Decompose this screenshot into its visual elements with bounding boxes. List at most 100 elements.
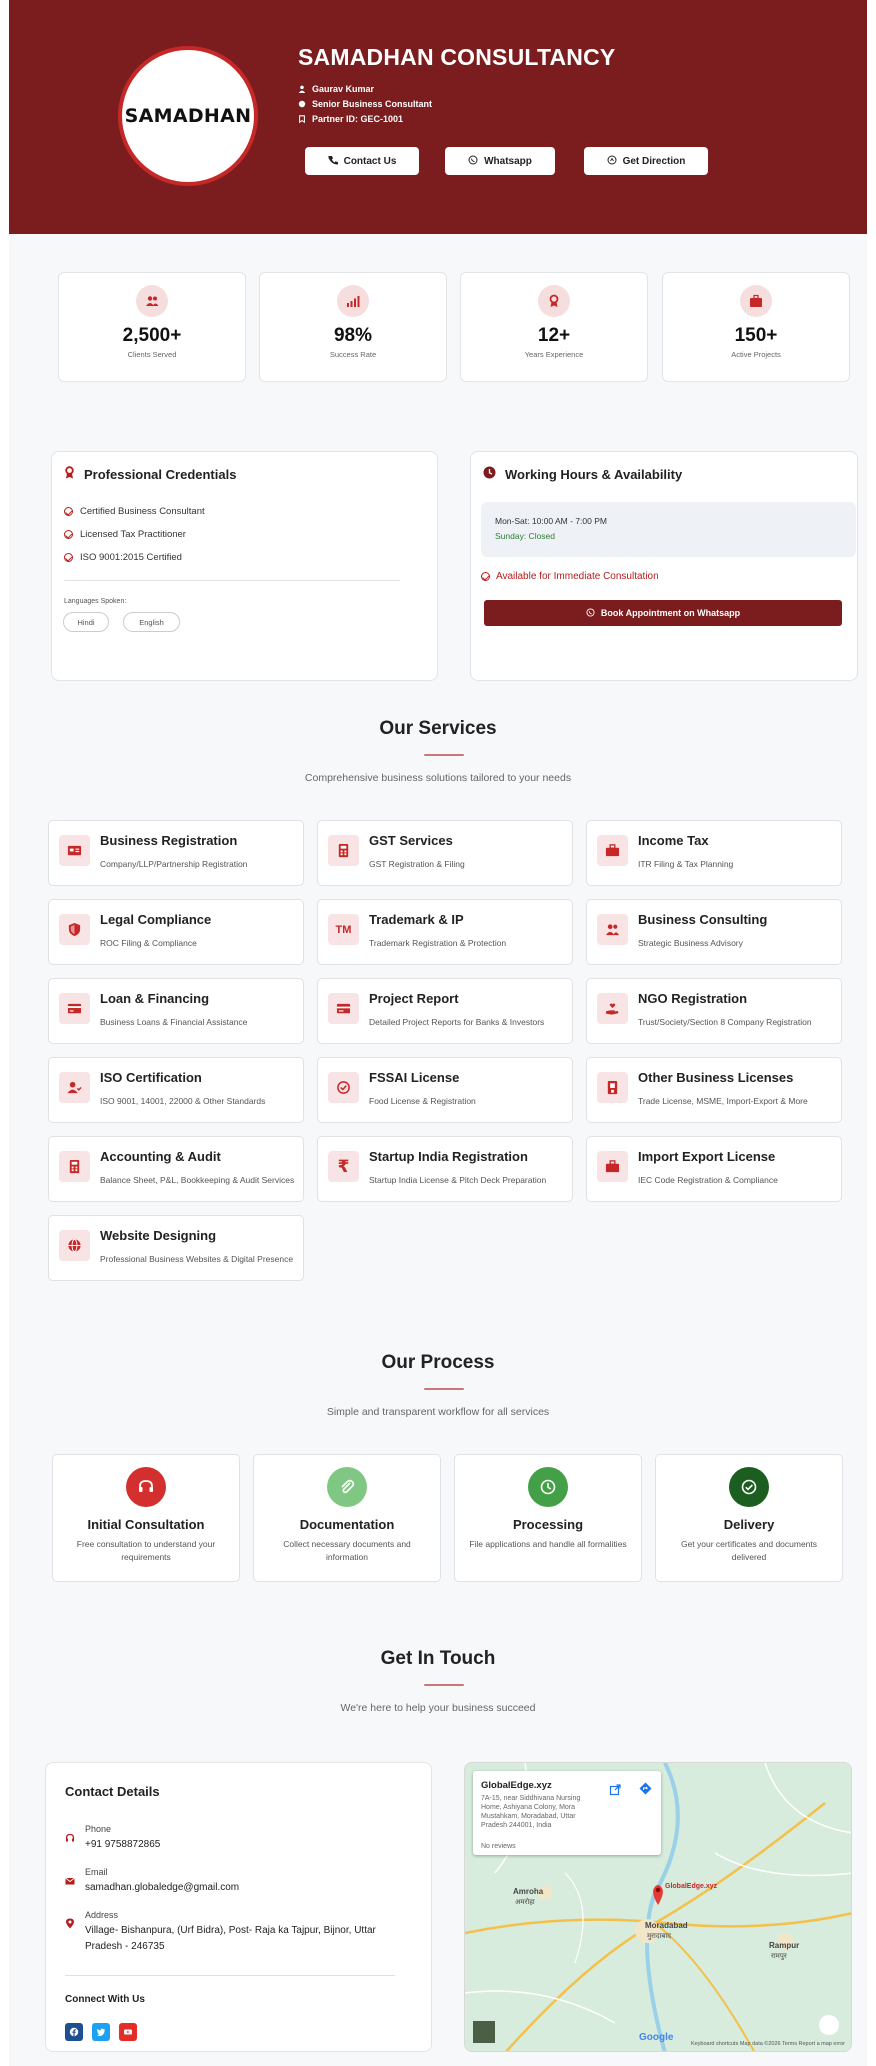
credit-card-icon xyxy=(59,993,90,1024)
credential-text: Certified Business Consultant xyxy=(80,506,205,517)
service-legal-compliance[interactable]: Legal Compliance ROC Filing & Compliance xyxy=(48,899,304,965)
stat-value: 150+ xyxy=(734,325,778,346)
map-place-address: 7A-15, near Siddhivana Nursing Home, Ash… xyxy=(481,1795,581,1830)
open-external-icon[interactable] xyxy=(609,1783,621,1801)
google-logo: Google xyxy=(639,2032,674,2043)
process-step-documentation: Documentation Collect necessary document… xyxy=(253,1454,441,1582)
service-title: Business Registration xyxy=(100,833,238,848)
contact-email: Email samadhan.globaledge@gmail.com xyxy=(65,1867,239,1896)
service-project-report[interactable]: Project Report Detailed Project Reports … xyxy=(317,978,573,1044)
facebook-icon[interactable] xyxy=(65,2023,83,2041)
credential-text: ISO 9001:2015 Certified xyxy=(80,552,182,563)
check-circle-icon xyxy=(729,1467,769,1507)
service-subtitle: ISO 9001, 14001, 22000 & Other Standards xyxy=(100,1096,266,1106)
process-step-title: Documentation xyxy=(299,1517,395,1532)
map-label-amroha: Amroha xyxy=(513,1887,544,1896)
book-appointment-label: Book Appointment on Whatsapp xyxy=(600,608,741,618)
service-ngo-registration[interactable]: NGO Registration Trust/Society/Section 8… xyxy=(586,978,842,1044)
service-title: NGO Registration xyxy=(638,991,748,1006)
map-pin-icon xyxy=(65,1916,75,1954)
license-icon xyxy=(597,1072,628,1103)
service-startup-india[interactable]: ₹ Startup India Registration Startup Ind… xyxy=(317,1136,573,1202)
service-other-licenses[interactable]: Other Business Licenses Trade License, M… xyxy=(586,1057,842,1123)
whatsapp-label: Whatsapp xyxy=(484,155,532,167)
award-icon xyxy=(64,466,75,482)
connect-with-us-label: Connect With Us xyxy=(65,1994,145,2005)
stat-clients-served: 2,500+ Clients Served xyxy=(58,272,246,382)
briefcase-icon xyxy=(597,835,628,866)
company-logo: SAMADHAN xyxy=(118,46,258,186)
headset-icon xyxy=(126,1467,166,1507)
map-label-amroha-hindi: अमरोहा xyxy=(515,1899,535,1906)
service-loan-financing[interactable]: Loan & Financing Business Loans & Financ… xyxy=(48,978,304,1044)
briefcase-icon xyxy=(597,1151,628,1182)
map-label-rampur-hindi: रामपुर xyxy=(771,1953,787,1960)
services-title-underline xyxy=(424,754,464,756)
divider xyxy=(64,580,400,581)
process-step-title: Processing xyxy=(512,1517,584,1532)
directions-icon[interactable] xyxy=(639,1782,652,1800)
get-direction-button[interactable]: Get Direction xyxy=(584,147,708,175)
languages-label: Languages Spoken: xyxy=(64,598,127,605)
service-title: Trademark & IP xyxy=(369,912,464,927)
map-label-pin: GlobalEdge.xyz xyxy=(665,1883,718,1890)
stat-active-projects: 150+ Active Projects xyxy=(662,272,850,382)
service-subtitle: Startup India License & Pitch Deck Prepa… xyxy=(369,1175,547,1185)
check-circle-icon xyxy=(328,1072,359,1103)
process-step-consultation: Initial Consultation Free consultation t… xyxy=(52,1454,240,1582)
contact-us-button[interactable]: Contact Us xyxy=(305,147,419,175)
service-business-registration[interactable]: Business Registration Company/LLP/Partne… xyxy=(48,820,304,886)
service-title: Income Tax xyxy=(638,833,709,848)
calculator-icon xyxy=(328,835,359,866)
address-value: Village- Bishanpura, (Urf Bidra), Post- … xyxy=(85,1925,376,1952)
address-label: Address xyxy=(85,1910,119,1920)
service-business-consulting[interactable]: Business Consulting Strategic Business A… xyxy=(586,899,842,965)
map-label-moradabad: Moradabad xyxy=(645,1921,688,1930)
bookmark-icon xyxy=(298,115,306,123)
contact-us-label: Contact Us xyxy=(343,155,397,167)
email-value[interactable]: samadhan.globaledge@gmail.com xyxy=(85,1880,239,1896)
youtube-icon[interactable] xyxy=(119,2023,137,2041)
availability-text: Available for Immediate Consultation xyxy=(496,571,659,582)
contact-address: Address Village- Bishanpura, (Urf Bidra),… xyxy=(65,1910,395,1954)
map-place-name: GlobalEdge.xyz xyxy=(481,1780,552,1791)
process-step-title: Initial Consultation xyxy=(87,1517,205,1532)
service-accounting-audit[interactable]: Accounting & Audit Balance Sheet, P&L, B… xyxy=(48,1136,304,1202)
check-circle-icon xyxy=(64,553,73,562)
contact-section-subtitle: We're here to help your business succeed xyxy=(340,1702,536,1714)
twitter-icon[interactable] xyxy=(92,2023,110,2041)
process-step-desc: Get your certificates and documents deli… xyxy=(680,1539,818,1562)
language-pill-english: English xyxy=(123,612,180,632)
service-trademark[interactable]: TM Trademark & IP Trademark Registration… xyxy=(317,899,573,965)
whatsapp-icon xyxy=(468,155,478,168)
users-icon xyxy=(136,285,168,317)
service-website-designing[interactable]: Website Designing Professional Business … xyxy=(48,1215,304,1281)
service-income-tax[interactable]: Income Tax ITR Filing & Tax Planning xyxy=(586,820,842,886)
service-title: Other Business Licenses xyxy=(638,1070,794,1085)
stat-label: Clients Served xyxy=(127,350,177,359)
service-iso-certification[interactable]: ISO Certification ISO 9001, 14001, 22000… xyxy=(48,1057,304,1123)
stat-label: Success Rate xyxy=(329,350,377,359)
process-step-processing: Processing File applications and handle … xyxy=(454,1454,642,1582)
whatsapp-button[interactable]: Whatsapp xyxy=(445,147,555,175)
service-fssai-license[interactable]: FSSAI License Food License & Registratio… xyxy=(317,1057,573,1123)
service-title: GST Services xyxy=(369,833,453,848)
working-hours-title: Working Hours & Availability xyxy=(483,466,682,482)
process-step-delivery: Delivery Get your certificates and docum… xyxy=(655,1454,843,1582)
credentials-title-text: Professional Credentials xyxy=(84,466,237,482)
working-hours-title-text: Working Hours & Availability xyxy=(505,466,683,482)
location-map[interactable]: GlobalEdge.xyz 7A-15, near Siddhivana Nu… xyxy=(464,1762,852,2052)
book-appointment-button[interactable]: Book Appointment on Whatsapp xyxy=(484,600,842,626)
services-title: Our Services xyxy=(379,718,497,739)
service-import-export[interactable]: Import Export License IEC Code Registrat… xyxy=(586,1136,842,1202)
trademark-glyph: TM xyxy=(335,923,352,936)
divider xyxy=(65,1975,395,1976)
service-subtitle: Trust/Society/Section 8 Company Registra… xyxy=(638,1017,812,1027)
briefcase-icon xyxy=(740,285,772,317)
circle-icon xyxy=(298,100,306,108)
company-name: SAMADHAN CONSULTANCY xyxy=(298,44,616,70)
stat-label: Active Projects xyxy=(731,350,781,359)
service-gst[interactable]: GST Services GST Registration & Filing xyxy=(317,820,573,886)
credential-item: ISO 9001:2015 Certified xyxy=(64,552,182,563)
phone-value[interactable]: +91 9758872865 xyxy=(85,1837,160,1853)
